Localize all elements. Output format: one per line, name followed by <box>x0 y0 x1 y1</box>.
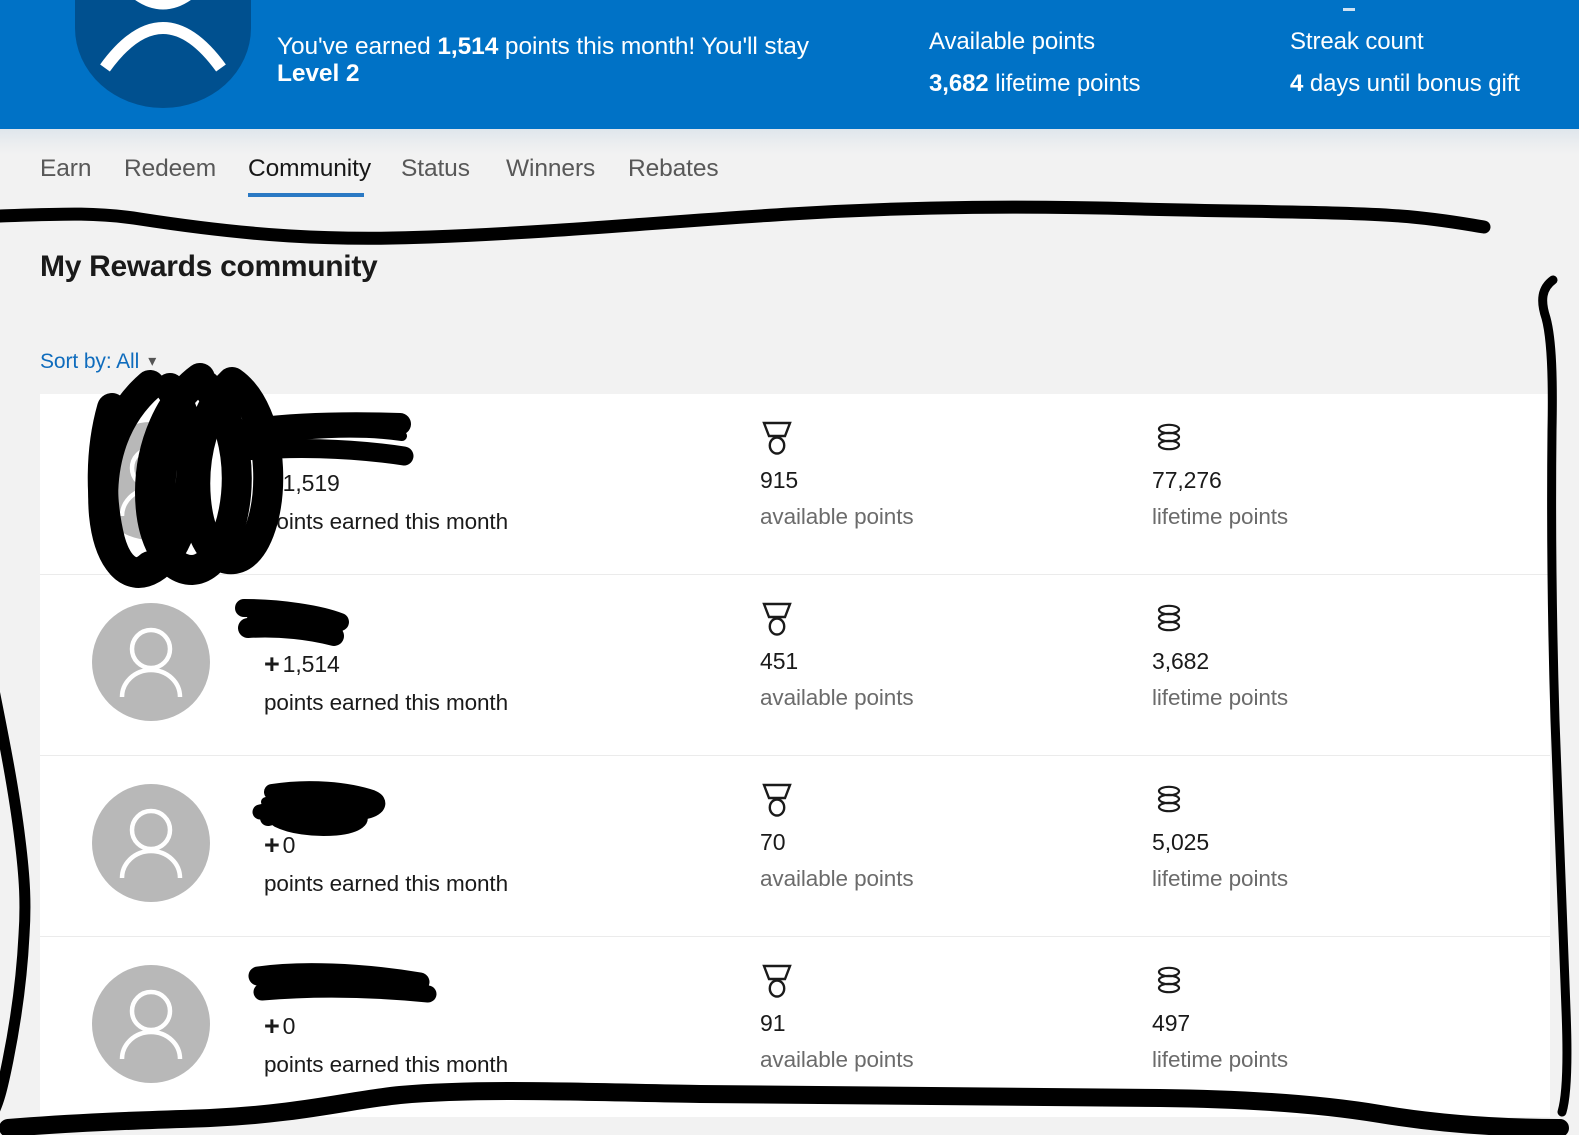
points-earned-label: points earned this month <box>264 689 509 715</box>
primary-nav-tabs: Earn Redeem Community Status Winners Reb… <box>0 155 1579 213</box>
person-avatar-icon <box>119 627 183 698</box>
streak-count-value-line: 4 days until bonus gift <box>1290 70 1520 99</box>
medal-icon <box>760 782 914 818</box>
lifetime-points-metric: 77,276 lifetime points <box>1152 420 1288 530</box>
plus-icon: + <box>264 468 280 498</box>
points-earned-label: points earned this month <box>264 1051 509 1077</box>
points-earned-value: 1,514 <box>282 651 340 677</box>
streak-days-value: 4 <box>1290 69 1304 97</box>
plus-icon: + <box>264 1011 280 1041</box>
points-earned-block: +1,519 points earned this month <box>264 468 508 535</box>
available-points-label: available points <box>760 866 914 892</box>
avatar <box>92 422 210 540</box>
streak-count-label: Streak count <box>1290 28 1424 55</box>
rewards-shield-badge-icon <box>75 0 251 108</box>
streak-days-suffix: days until bonus gift <box>1303 69 1520 97</box>
available-points-metric: 915 available points <box>760 420 914 530</box>
points-earned-value: 0 <box>282 832 296 858</box>
points-earned-label: points earned this month <box>264 870 509 896</box>
points-earned-block: +1,514 points earned this month <box>264 649 508 716</box>
coins-stack-icon <box>1152 782 1288 818</box>
coins-stack-icon <box>1152 601 1288 637</box>
points-earned-value-line: +0 <box>264 1011 508 1041</box>
available-points-value: 915 <box>760 467 799 493</box>
points-earned-value-line: +1,514 <box>264 649 508 679</box>
tab-rebates[interactable]: Rebates <box>628 155 719 183</box>
table-row[interactable]: +1,519 points earned this month 915 avai… <box>40 394 1550 575</box>
annotation-left-vertical-line <box>0 691 31 1112</box>
lifetime-points-suffix: lifetime points <box>988 69 1141 97</box>
coins-stack-icon <box>1152 963 1288 999</box>
points-earned-label: points earned this month <box>264 508 509 534</box>
points-earned-block: +0 points earned this month <box>264 830 508 897</box>
badge-arc-glyph <box>100 0 226 72</box>
available-points-metric: 451 available points <box>760 601 914 711</box>
lifetime-points-value: 3,682 <box>929 69 989 97</box>
coins-stack-icon <box>1152 420 1288 456</box>
points-earned-value: 0 <box>282 1013 296 1039</box>
points-earned-value-line: +0 <box>264 830 508 860</box>
available-points-value: 70 <box>760 829 786 855</box>
header-available-points-stat: Available points 3,682 lifetime points <box>929 28 1140 99</box>
table-row[interactable]: +0 points earned this month 91 available… <box>40 937 1550 1117</box>
available-points-label: available points <box>760 504 914 530</box>
lifetime-points-label: lifetime points <box>1152 866 1289 892</box>
sort-by-label: Sort by: All <box>40 350 140 373</box>
points-earned-value-line: +1,519 <box>264 468 508 498</box>
header-gradient-fade <box>0 129 1579 155</box>
chevron-down-icon: ▾ <box>148 353 157 370</box>
streak-tick-mark <box>1343 8 1355 11</box>
lifetime-points-metric: 5,025 lifetime points <box>1152 782 1288 892</box>
person-avatar-icon <box>119 446 183 517</box>
header-message-middle: points this month! You'll stay <box>498 33 809 60</box>
person-avatar-icon <box>119 808 183 879</box>
table-row[interactable]: +0 points earned this month 70 available… <box>40 756 1550 937</box>
plus-icon: + <box>264 649 280 679</box>
header-streak-count-stat: Streak count 4 days until bonus gift <box>1290 28 1520 99</box>
tab-status[interactable]: Status <box>401 155 470 183</box>
available-points-metric: 91 available points <box>760 963 914 1073</box>
lifetime-points-label: lifetime points <box>1152 504 1289 530</box>
person-avatar-icon <box>119 989 183 1060</box>
points-earned-block: +0 points earned this month <box>264 1011 508 1078</box>
header-earned-message: You've earned 1,514 points this month! Y… <box>277 33 877 88</box>
header-message-prefix: You've earned <box>277 33 438 60</box>
tab-redeem[interactable]: Redeem <box>124 155 216 183</box>
active-tab-underline <box>248 193 364 197</box>
lifetime-points-value: 497 <box>1152 1010 1191 1036</box>
tab-winners[interactable]: Winners <box>506 155 595 183</box>
lifetime-points-label: lifetime points <box>1152 1047 1289 1073</box>
tab-earn[interactable]: Earn <box>40 155 91 183</box>
available-points-label: available points <box>760 1047 914 1073</box>
available-points-value: 91 <box>760 1010 786 1036</box>
medal-icon <box>760 420 914 456</box>
available-points-label: available points <box>760 685 914 711</box>
community-member-list: +1,519 points earned this month 915 avai… <box>40 394 1550 1117</box>
tab-community[interactable]: Community <box>248 155 371 183</box>
points-earned-value: 1,519 <box>282 470 340 496</box>
avatar <box>92 965 210 1083</box>
available-points-metric: 70 available points <box>760 782 914 892</box>
lifetime-points-label: lifetime points <box>1152 685 1289 711</box>
lifetime-points-metric: 3,682 lifetime points <box>1152 601 1288 711</box>
lifetime-points-metric: 497 lifetime points <box>1152 963 1288 1073</box>
available-points-value-line: 3,682 lifetime points <box>929 70 1140 99</box>
avatar <box>92 784 210 902</box>
available-points-value: 451 <box>760 648 799 674</box>
lifetime-points-value: 3,682 <box>1152 648 1210 674</box>
table-row[interactable]: +1,514 points earned this month 451 avai… <box>40 575 1550 756</box>
header-message-points: 1,514 <box>437 33 499 60</box>
plus-icon: + <box>264 830 280 860</box>
lifetime-points-value: 77,276 <box>1152 467 1222 493</box>
medal-icon <box>760 601 914 637</box>
rewards-header-banner: You've earned 1,514 points this month! Y… <box>0 0 1579 129</box>
header-message-level: Level 2 <box>277 60 360 88</box>
medal-icon <box>760 963 914 999</box>
avatar <box>92 603 210 721</box>
lifetime-points-value: 5,025 <box>1152 829 1210 855</box>
page-title: My Rewards community <box>40 250 378 283</box>
available-points-label: Available points <box>929 28 1096 55</box>
sort-by-dropdown[interactable]: Sort by: All ▾ <box>40 350 156 374</box>
